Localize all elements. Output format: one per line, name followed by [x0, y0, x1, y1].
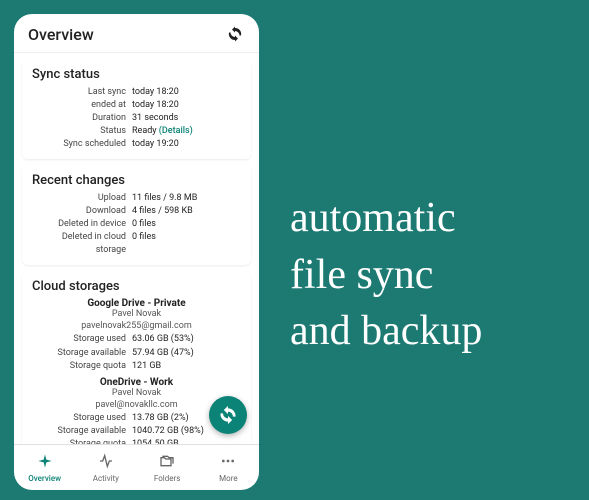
kv-label: Duration — [32, 112, 132, 125]
kv-value: 121 GB — [132, 360, 241, 373]
sparkle-icon — [37, 453, 53, 473]
kv-label: Status — [32, 125, 132, 138]
nav-item-overview[interactable]: Overview — [14, 445, 75, 490]
sync-button[interactable] — [225, 24, 245, 44]
kv-value: 57.94 GB (47%) — [132, 347, 241, 360]
kv-row: Deleted in cloud storage0 files — [32, 231, 241, 257]
kv-row: Storage used63.06 GB (53%) — [32, 333, 241, 346]
nav-item-activity[interactable]: Activity — [75, 445, 136, 490]
nav-label: Overview — [28, 474, 61, 483]
kv-row: Storage quota121 GB — [32, 360, 241, 373]
kv-row: Last synctoday 18:20 — [32, 86, 241, 99]
nav-item-more[interactable]: More — [198, 445, 259, 490]
kv-label: Download — [32, 205, 132, 218]
kv-label: Storage used — [32, 412, 132, 425]
nav-label: Folders — [154, 474, 180, 483]
sync-status-card: Sync status Last synctoday 18:20ended at… — [22, 59, 251, 159]
nav-label: More — [219, 474, 237, 483]
kv-label: Last sync — [32, 86, 132, 99]
app-header: Overview — [14, 14, 259, 53]
activity-icon — [98, 453, 114, 473]
account-name: Google Drive - Private — [32, 298, 241, 309]
more-icon — [220, 453, 236, 473]
kv-label: Upload — [32, 192, 132, 205]
sync-status-rows: Last synctoday 18:20ended attoday 18:20D… — [32, 86, 241, 151]
kv-row: ended attoday 18:20 — [32, 99, 241, 112]
kv-value: 11 files / 9.8 MB — [132, 192, 241, 205]
kv-row: Storage available57.94 GB (47%) — [32, 347, 241, 360]
kv-row: Sync scheduledtoday 19:20 — [32, 138, 241, 151]
kv-value: 0 files — [132, 231, 241, 257]
account-email: pavelnovak255@gmail.com — [32, 321, 241, 331]
account-name: OneDrive - Work — [32, 377, 241, 388]
kv-row: Storage available1040.72 GB (98%) — [32, 425, 241, 438]
kv-value: today 18:20 — [132, 99, 241, 112]
nav-label: Activity — [93, 474, 119, 483]
bottom-nav: Overview Activity Folders More — [14, 444, 259, 490]
kv-row: Download4 files / 598 KB — [32, 205, 241, 218]
sync-icon — [226, 25, 244, 43]
sync-icon — [218, 405, 238, 425]
kv-value: 31 seconds — [132, 112, 241, 125]
sync-status-title: Sync status — [32, 67, 241, 82]
nav-item-folders[interactable]: Folders — [137, 445, 198, 490]
marketing-line: and backup — [290, 303, 482, 360]
kv-value: today 19:20 — [132, 138, 241, 151]
folders-icon — [159, 453, 175, 473]
account-user: Pavel Novak — [32, 309, 241, 319]
kv-label: Storage quota — [32, 360, 132, 373]
kv-label: ended at — [32, 99, 132, 112]
kv-row: Duration31 seconds — [32, 112, 241, 125]
kv-label: Sync scheduled — [32, 138, 132, 151]
kv-label: Deleted in device — [32, 218, 132, 231]
kv-value: 63.06 GB (53%) — [132, 333, 241, 346]
phone-frame: Overview Sync status Last synctoday 18:2… — [14, 14, 259, 490]
marketing-line: automatic — [290, 190, 482, 247]
kv-label: Storage available — [32, 425, 132, 438]
kv-value: today 18:20 — [132, 86, 241, 99]
kv-label: Storage used — [32, 333, 132, 346]
kv-label: Deleted in cloud storage — [32, 231, 132, 257]
cloud-storages-title: Cloud storages — [32, 279, 241, 294]
recent-changes-rows: Upload11 files / 9.8 MBDownload4 files /… — [32, 192, 241, 257]
marketing-text: automatic file sync and backup — [290, 190, 482, 360]
recent-changes-card: Recent changes Upload11 files / 9.8 MBDo… — [22, 165, 251, 265]
details-link[interactable]: (Details) — [159, 126, 193, 136]
kv-row: Deleted in device0 files — [32, 218, 241, 231]
marketing-line: file sync — [290, 247, 482, 304]
fab-sync-button[interactable] — [209, 396, 247, 434]
kv-row: StatusReady (Details) — [32, 125, 241, 138]
recent-changes-title: Recent changes — [32, 173, 241, 188]
kv-row: Upload11 files / 9.8 MB — [32, 192, 241, 205]
account-user: Pavel Novak — [32, 388, 241, 398]
kv-value: Ready (Details) — [132, 125, 241, 138]
kv-label: Storage available — [32, 347, 132, 360]
content-scroll[interactable]: Sync status Last synctoday 18:20ended at… — [14, 53, 259, 444]
kv-value: 0 files — [132, 218, 241, 231]
page-title: Overview — [28, 25, 94, 44]
kv-value: 4 files / 598 KB — [132, 205, 241, 218]
